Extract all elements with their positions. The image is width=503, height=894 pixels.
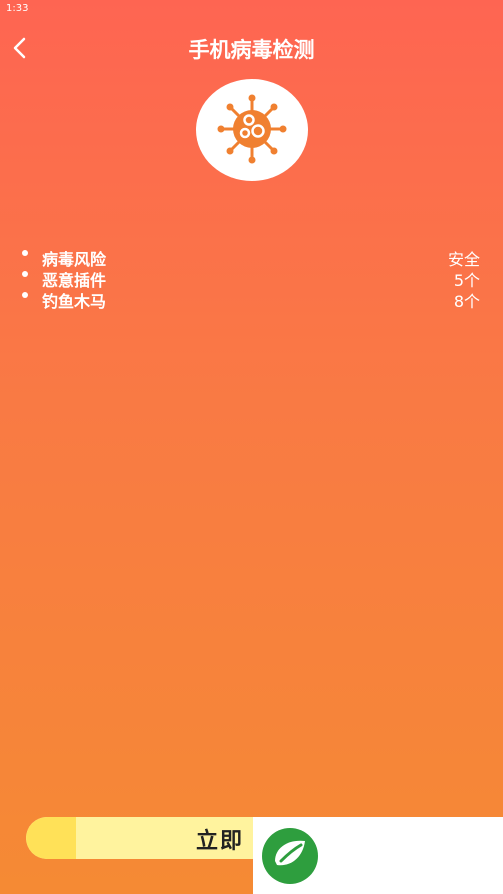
- item-label: 钓鱼木马: [42, 292, 107, 311]
- virus-badge: [196, 79, 308, 181]
- bullet-icon: [22, 271, 28, 277]
- watermark-overlay: [253, 817, 503, 894]
- bullet-icon: [22, 250, 28, 256]
- risk-list: 病毒风险 安全 恶意插件 5个 钓鱼木马 8个: [22, 246, 480, 311]
- page-title: 手机病毒检测: [188, 38, 315, 62]
- list-item: 恶意插件 5个: [22, 267, 480, 290]
- top-bar: 手机病毒检测: [0, 30, 503, 70]
- list-item: 钓鱼木马 8个: [22, 288, 480, 311]
- status-time: 1:33: [6, 3, 29, 14]
- virus-icon: [217, 94, 287, 164]
- bullet-icon: [22, 292, 28, 298]
- scan-button-label: 立即: [196, 829, 245, 854]
- leaf-logo-icon: [262, 828, 318, 884]
- item-value: 8个: [453, 292, 480, 311]
- scan-button-cap: [26, 817, 76, 859]
- list-item: 病毒风险 安全: [22, 246, 480, 269]
